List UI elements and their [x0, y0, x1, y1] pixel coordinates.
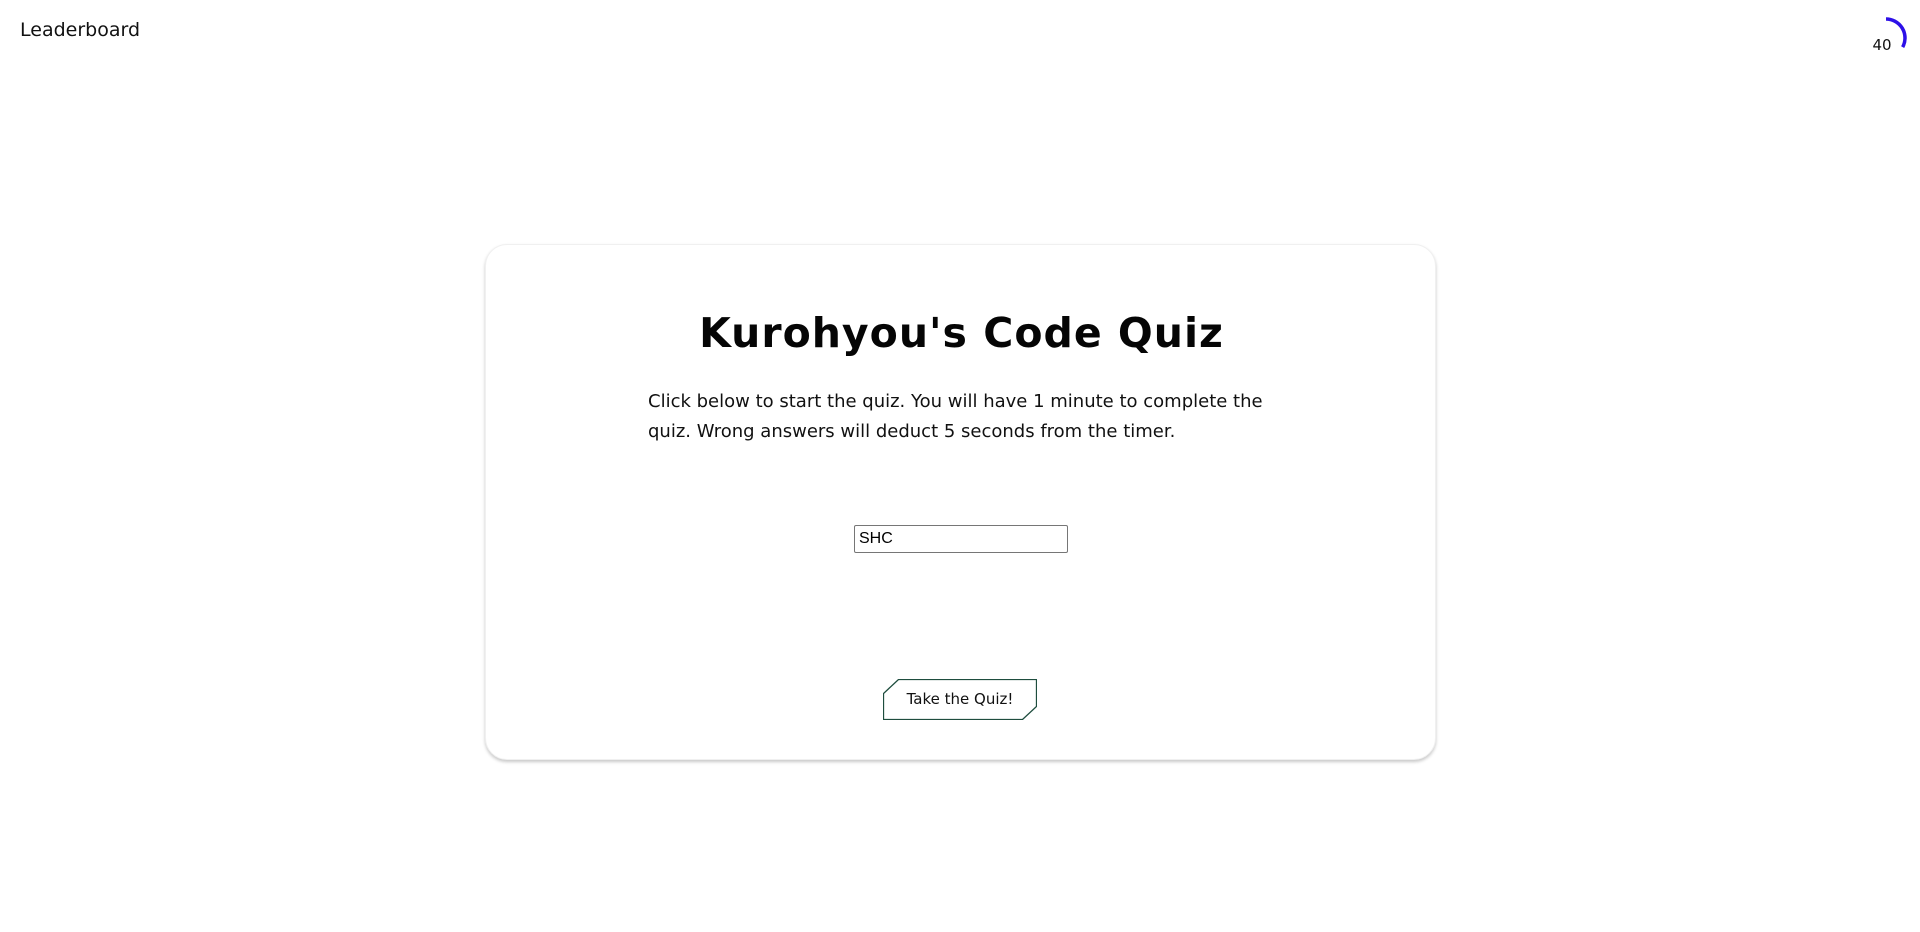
quiz-title: Kurohyou's Code Quiz	[699, 309, 1224, 357]
initials-input[interactable]	[854, 525, 1068, 553]
leaderboard-link[interactable]: Leaderboard	[20, 19, 140, 41]
timer-value: 40	[1872, 36, 1892, 54]
top-bar: Leaderboard 40	[0, 0, 1920, 70]
take-quiz-button[interactable]: Take the Quiz!	[883, 679, 1037, 720]
countdown-timer: 40	[1862, 14, 1910, 62]
quiz-instructions: Click below to start the quiz. You will …	[648, 391, 1263, 442]
take-quiz-button-label: Take the Quiz!	[906, 690, 1014, 708]
quiz-start-card: Kurohyou's Code Quiz Click below to star…	[485, 244, 1436, 760]
